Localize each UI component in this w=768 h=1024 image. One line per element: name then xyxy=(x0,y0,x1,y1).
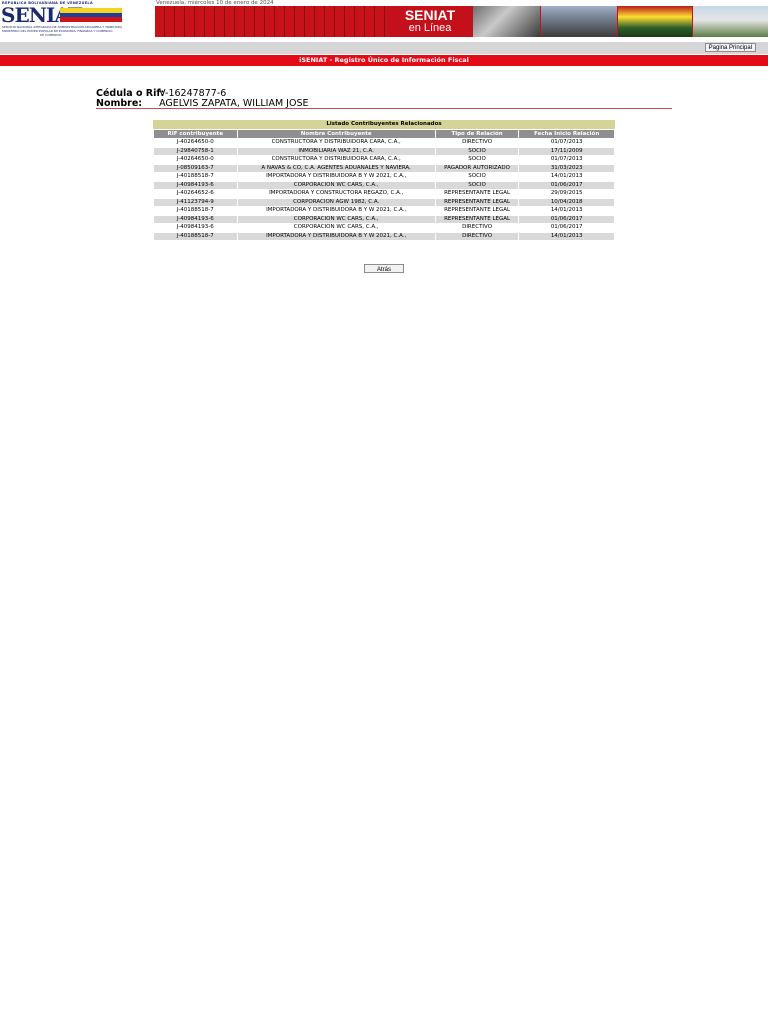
table-row: J-40984193-6 CORPORACION WC CARS, C.A., SO… xyxy=(154,181,614,189)
cell-rif: J-40264652-6 xyxy=(154,190,237,198)
section-title: iSENIAT - Registro Único de Información … xyxy=(0,55,768,66)
cell-start-date: 31/03/2023 xyxy=(519,164,614,172)
table-row: J-40188518-7 IMPORTADORA Y DISTRIBUIDORA … xyxy=(154,207,614,215)
cell-start-date: 01/06/2017 xyxy=(519,181,614,189)
page-header: REPÚBLICA BOLIVARIANA DE VENEZUELA SENIA… xyxy=(0,0,768,42)
table-row: J-41123794-9 CORPORACION AGW 1982, C.A. RE… xyxy=(154,198,614,206)
table-row: J-08509163-7 A NAVAS & CO, C.A. AGENTES A… xyxy=(154,164,614,172)
cell-name: CONSTRUCTORA Y DISTRIBUIDORA CARA, C.A., xyxy=(237,139,435,147)
cell-relation-type: REPRESENTANTE LEGAL xyxy=(435,198,519,206)
cell-relation-type: SOCIO xyxy=(435,173,519,181)
divider xyxy=(96,108,672,109)
cell-relation-type: DIRECTIVO xyxy=(435,232,519,240)
table-row: J-40188518-7 IMPORTADORA Y DISTRIBUIDORA … xyxy=(154,232,614,240)
venezuela-flag-icon xyxy=(60,8,122,23)
cell-start-date: 01/06/2017 xyxy=(519,224,614,232)
banner-photo-flag xyxy=(618,6,692,37)
cell-name: IMPORTADORA Y DISTRIBUIDORA B Y W 2021, … xyxy=(237,232,435,240)
table-row: J-40264650-0 CONSTRUCTORA Y DISTRIBUIDORA… xyxy=(154,156,614,164)
cell-start-date: 10/04/2018 xyxy=(519,198,614,206)
cell-rif: J-40188518-7 xyxy=(154,173,237,181)
name-row: Nombre: AGELVIS ZAPATA, WILLIAM JOSE xyxy=(96,96,672,109)
flag-stripe-red xyxy=(60,17,122,23)
column-header-name: Nombre Contribuyente xyxy=(237,130,435,138)
back-button[interactable]: Atrás xyxy=(364,264,404,273)
cell-rif: J-40188518-7 xyxy=(154,232,237,240)
banner-subtitle: en Línea xyxy=(408,22,452,34)
toolbar: Pagina Principal xyxy=(0,42,768,54)
cell-name: A NAVAS & CO, C.A. AGENTES ADUANALES Y N… xyxy=(237,164,435,172)
table-header-row: RIF contribuyente Nombre Contribuyente T… xyxy=(154,130,614,138)
cell-relation-type: SOCIO xyxy=(435,156,519,164)
cell-name: INMOBILIARIA WAZ 21, C.A. xyxy=(237,147,435,155)
column-header-start-date: Fecha Inicio Relación xyxy=(519,130,614,138)
cell-name: CONSTRUCTORA Y DISTRIBUIDORA CARA, C.A., xyxy=(237,156,435,164)
table-row: J-40264650-0 CONSTRUCTORA Y DISTRIBUIDORA… xyxy=(154,139,614,147)
rif-row: Cédula o Rif: V-16247877-6 xyxy=(96,86,672,99)
cell-name: CORPORACION WC CARS, C.A., xyxy=(237,181,435,189)
cell-relation-type: REPRESENTANTE LEGAL xyxy=(435,215,519,223)
home-page-button[interactable]: Pagina Principal xyxy=(704,43,756,52)
cell-relation-type: SOCIO xyxy=(435,147,519,155)
cell-name: CORPORACION AGW 1982, C.A. xyxy=(237,198,435,206)
cell-name: CORPORACION WC CARS, C.A., xyxy=(237,224,435,232)
cell-rif: J-40188518-7 xyxy=(154,207,237,215)
table-row: J-29840758-1 INMOBILIARIA WAZ 21, C.A. SOC… xyxy=(154,147,614,155)
table-row: J-40984193-6 CORPORACION WC CARS, C.A., DI… xyxy=(154,224,614,232)
table-row: J-40188518-7 IMPORTADORA Y DISTRIBUIDORA … xyxy=(154,173,614,181)
related-taxpayers-table: Listado Contribuyentes Relacionados RIF … xyxy=(153,120,615,241)
cell-relation-type: REPRESENTANTE LEGAL xyxy=(435,190,519,198)
seniat-logo[interactable]: REPÚBLICA BOLIVARIANA DE VENEZUELA SENIA… xyxy=(0,0,124,40)
table-row: J-40264652-6 IMPORTADORA Y CONSTRUCTORA R… xyxy=(154,190,614,198)
cell-start-date: 01/07/2013 xyxy=(519,139,614,147)
banner-photo-keyboard xyxy=(473,6,540,37)
cell-relation-type: DIRECTIVO xyxy=(435,139,519,147)
cell-rif: J-29840758-1 xyxy=(154,147,237,155)
cell-rif: J-40264650-0 xyxy=(154,139,237,147)
cell-relation-type: PAGADOR AUTORIZADO xyxy=(435,164,519,172)
column-header-rif: RIF contribuyente xyxy=(154,130,237,138)
cell-rif: J-40984193-6 xyxy=(154,224,237,232)
cell-start-date: 17/11/2009 xyxy=(519,147,614,155)
cell-relation-type: SOCIO xyxy=(435,181,519,189)
column-header-relation-type: Tipo de Relación xyxy=(435,130,519,138)
cell-rif: J-40984193-6 xyxy=(154,215,237,223)
cell-start-date: 01/06/2017 xyxy=(519,215,614,223)
cell-name: IMPORTADORA Y CONSTRUCTORA REGAZO, C.A., xyxy=(237,190,435,198)
table-row: J-40984193-6 CORPORACION WC CARS, C.A., RE… xyxy=(154,215,614,223)
banner-photo-campus xyxy=(693,6,768,37)
cell-start-date: 14/01/2013 xyxy=(519,207,614,215)
cell-rif: J-40264650-0 xyxy=(154,156,237,164)
cell-rif: J-08509163-7 xyxy=(154,164,237,172)
table-body: J-40264650-0 CONSTRUCTORA Y DISTRIBUIDORA… xyxy=(154,139,614,240)
banner-brand: SENIAT en Línea xyxy=(387,6,473,37)
cell-rif: J-40984193-6 xyxy=(154,181,237,189)
seniat-banner: SENIAT en Línea xyxy=(155,6,768,37)
table-caption: Listado Contribuyentes Relacionados xyxy=(153,120,615,129)
banner-photo-building xyxy=(541,6,617,37)
cell-name: IMPORTADORA Y DISTRIBUIDORA B Y W 2021, … xyxy=(237,207,435,215)
logo-ministry-line: DE COMERCIO xyxy=(40,34,62,37)
banner-title: SENIAT xyxy=(404,7,456,23)
cell-name: IMPORTADORA Y DISTRIBUIDORA B Y W 2021, … xyxy=(237,173,435,181)
taxpayer-identity: Cédula o Rif: V-16247877-6 Nombre: AGELV… xyxy=(96,86,672,109)
cell-relation-type: DIRECTIVO xyxy=(435,224,519,232)
cell-name: CORPORACION WC CARS, C.A., xyxy=(237,215,435,223)
cell-rif: J-41123794-9 xyxy=(154,198,237,206)
cell-start-date: 01/07/2013 xyxy=(519,156,614,164)
cell-start-date: 14/01/2013 xyxy=(519,173,614,181)
cell-start-date: 29/09/2015 xyxy=(519,190,614,198)
cell-relation-type: REPRESENTANTE LEGAL xyxy=(435,207,519,215)
cell-start-date: 14/01/2013 xyxy=(519,232,614,240)
